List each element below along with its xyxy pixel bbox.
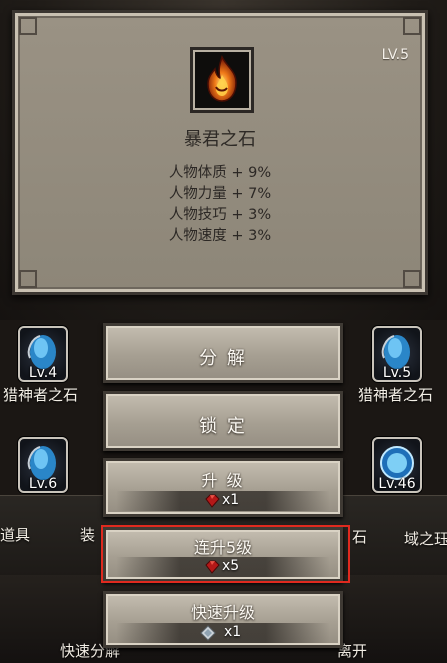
- slot-level: Lv.6: [28, 476, 58, 492]
- cost-bar: x1: [116, 491, 330, 511]
- item-slot[interactable]: Lv.6: [18, 437, 68, 493]
- item-level: LV.5: [381, 47, 409, 63]
- upgrade-button[interactable]: 升 级 x1: [103, 458, 343, 517]
- stat-line: 人物体质 + 9%: [168, 165, 272, 181]
- cost-bar: x5: [116, 557, 330, 577]
- panel-corner-ornament: [403, 17, 421, 35]
- slot-item-name: 猎神者之石: [358, 386, 434, 404]
- slot-item-name: 猎神者之石: [3, 386, 79, 404]
- tab-equip-fragment[interactable]: 装: [80, 524, 95, 545]
- upgrade-5-levels-label: 连升5级: [193, 538, 253, 557]
- flame-stone-icon: [207, 55, 237, 102]
- item-slot[interactable]: Lv.4: [18, 326, 68, 382]
- item-stats: 人物体质 + 9% 人物力量 + 7% 人物技巧 + 3% 人物速度 + 3%: [15, 163, 425, 247]
- item-tooltip-panel: LV.5 暴君之石 人物体质 + 9% 人物力量 + 7% 人物技巧 + 3% …: [12, 10, 428, 295]
- tab-stone-fragment[interactable]: 石: [352, 526, 367, 547]
- stat-line: 人物速度 + 3%: [168, 228, 272, 244]
- quick-upgrade-button[interactable]: 快速升级 x1: [103, 591, 343, 648]
- item-slot[interactable]: Lv.5: [372, 326, 422, 382]
- item-icon-frame: [190, 47, 254, 113]
- upgrade-5-levels-button[interactable]: 连升5级 x5: [103, 527, 343, 582]
- upgrade-label: 升 级: [201, 471, 245, 490]
- red-gem-icon: [205, 494, 220, 508]
- decompose-button[interactable]: 分 解: [103, 323, 343, 383]
- red-gem-icon: [205, 560, 220, 574]
- slot-level: Lv.46: [378, 476, 416, 492]
- quick-upgrade-cost: x1: [224, 624, 242, 640]
- item-name: 暴君之石: [184, 129, 256, 150]
- upgrade-5-levels-cost: x5: [222, 558, 240, 574]
- slot-level: Lv.5: [382, 365, 412, 381]
- stat-line: 人物力量 + 7%: [168, 186, 272, 202]
- tab-domain[interactable]: 域之珏: [404, 528, 447, 549]
- panel-corner-ornament: [19, 17, 37, 35]
- panel-corner-ornament: [403, 270, 421, 288]
- tab-items[interactable]: 道具: [0, 524, 30, 545]
- item-slot[interactable]: Lv.46: [372, 437, 422, 493]
- slot-level: Lv.4: [28, 365, 58, 381]
- lock-button[interactable]: 锁 定: [103, 391, 343, 451]
- decompose-label: 分 解: [199, 348, 247, 369]
- cost-bar: x1: [116, 623, 330, 643]
- quick-upgrade-label: 快速升级: [190, 603, 255, 622]
- panel-corner-ornament: [19, 270, 37, 288]
- lock-label: 锁 定: [199, 416, 247, 437]
- stat-line: 人物技巧 + 3%: [168, 207, 272, 223]
- upgrade-cost: x1: [222, 492, 240, 508]
- silver-gem-icon: [200, 625, 216, 641]
